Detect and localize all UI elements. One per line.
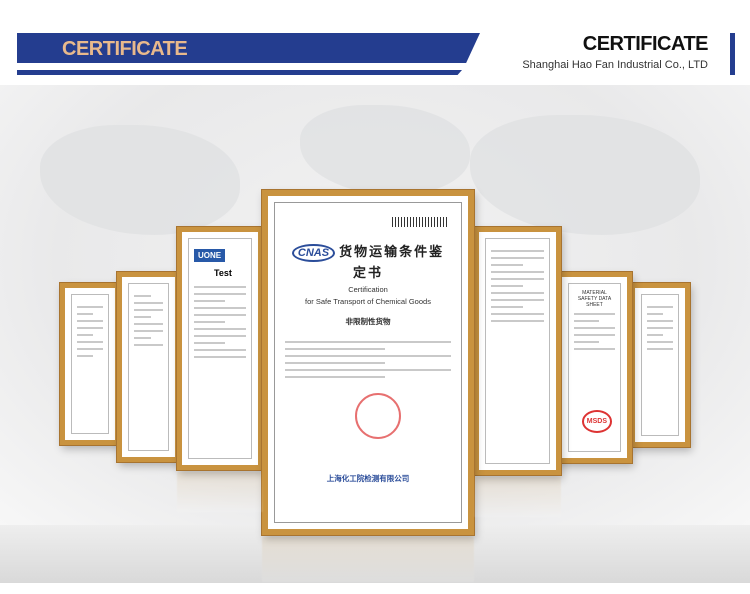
accent-bar [730, 33, 735, 75]
certificate-ccc [117, 272, 180, 462]
banner-title: CERTIFICATE [62, 38, 188, 60]
issuer-name: 上海化工院检测有限公司 [326, 474, 410, 483]
map-continent [40, 125, 240, 235]
map-continent [300, 105, 470, 195]
certificate-category: 非限制性货物 [345, 317, 391, 326]
company-name: Shanghai Hao Fan Industrial Co., LTD [522, 59, 708, 71]
red-seal-stamp [355, 393, 401, 439]
certificate-main: CNAS 货物运输条件鉴定书 Certification for Safe Tra… [262, 190, 474, 535]
certificate-safety-data [474, 227, 561, 475]
certificate-subtitle-en: for Safe Transport of Chemical Goods [305, 297, 431, 306]
test-heading: Test [214, 268, 232, 278]
msds-stamp: MSDS [581, 410, 612, 433]
barcode [392, 217, 447, 227]
reflection [474, 477, 561, 517]
uone-logo: UONE [194, 249, 226, 262]
certificate-msds: MATERIAL SAFETY DATA SHEET MSDS [557, 272, 632, 463]
page-title: CERTIFICATE [582, 33, 709, 55]
main-reflection [262, 537, 474, 582]
certificate-far-right [630, 283, 690, 447]
certificate-title-cn: 货物运输条件鉴定书 [339, 244, 445, 280]
header-stripe [17, 70, 462, 75]
reflection [177, 472, 263, 512]
certificate-test-report: UONE Test [177, 227, 263, 470]
map-continent [470, 115, 700, 235]
certificate-far-left [60, 283, 120, 445]
certificate-title-en: Certification [348, 285, 388, 294]
cnas-logo: CNAS [291, 244, 336, 262]
msds-heading: MATERIAL SAFETY DATA SHEET [577, 290, 612, 308]
